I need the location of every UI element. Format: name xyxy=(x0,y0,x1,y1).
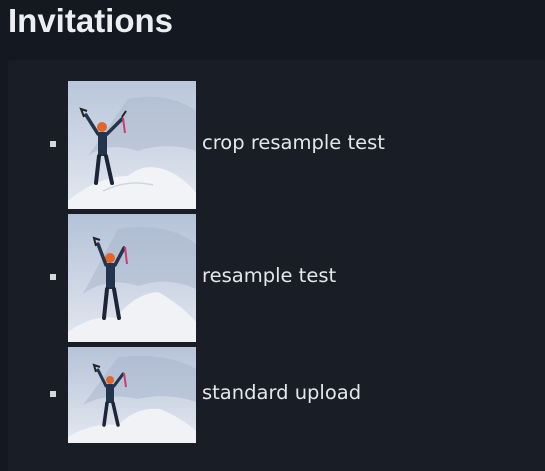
page: Invitations crop resample test resample … xyxy=(0,0,545,471)
invitation-thumbnail-3[interactable] xyxy=(68,347,196,443)
invitation-label-3: standard upload xyxy=(202,381,362,404)
invitation-label-1: crop resample test xyxy=(202,131,385,154)
climber-photo xyxy=(68,81,196,209)
invitation-thumbnail-1[interactable] xyxy=(68,81,196,209)
list-bullet xyxy=(50,141,56,147)
climber-photo xyxy=(68,347,196,443)
invitation-item-2[interactable]: resample test xyxy=(8,214,545,342)
page-title: Invitations xyxy=(8,2,174,39)
list-bullet xyxy=(50,274,56,280)
invitations-panel: crop resample test resample test standar… xyxy=(8,60,545,471)
climber-photo xyxy=(68,214,196,342)
invitation-item-3[interactable]: standard upload xyxy=(8,347,545,443)
invitation-item-1[interactable]: crop resample test xyxy=(8,81,545,209)
list-bullet xyxy=(50,391,56,397)
invitation-thumbnail-2[interactable] xyxy=(68,214,196,342)
invitation-label-2: resample test xyxy=(202,264,337,287)
